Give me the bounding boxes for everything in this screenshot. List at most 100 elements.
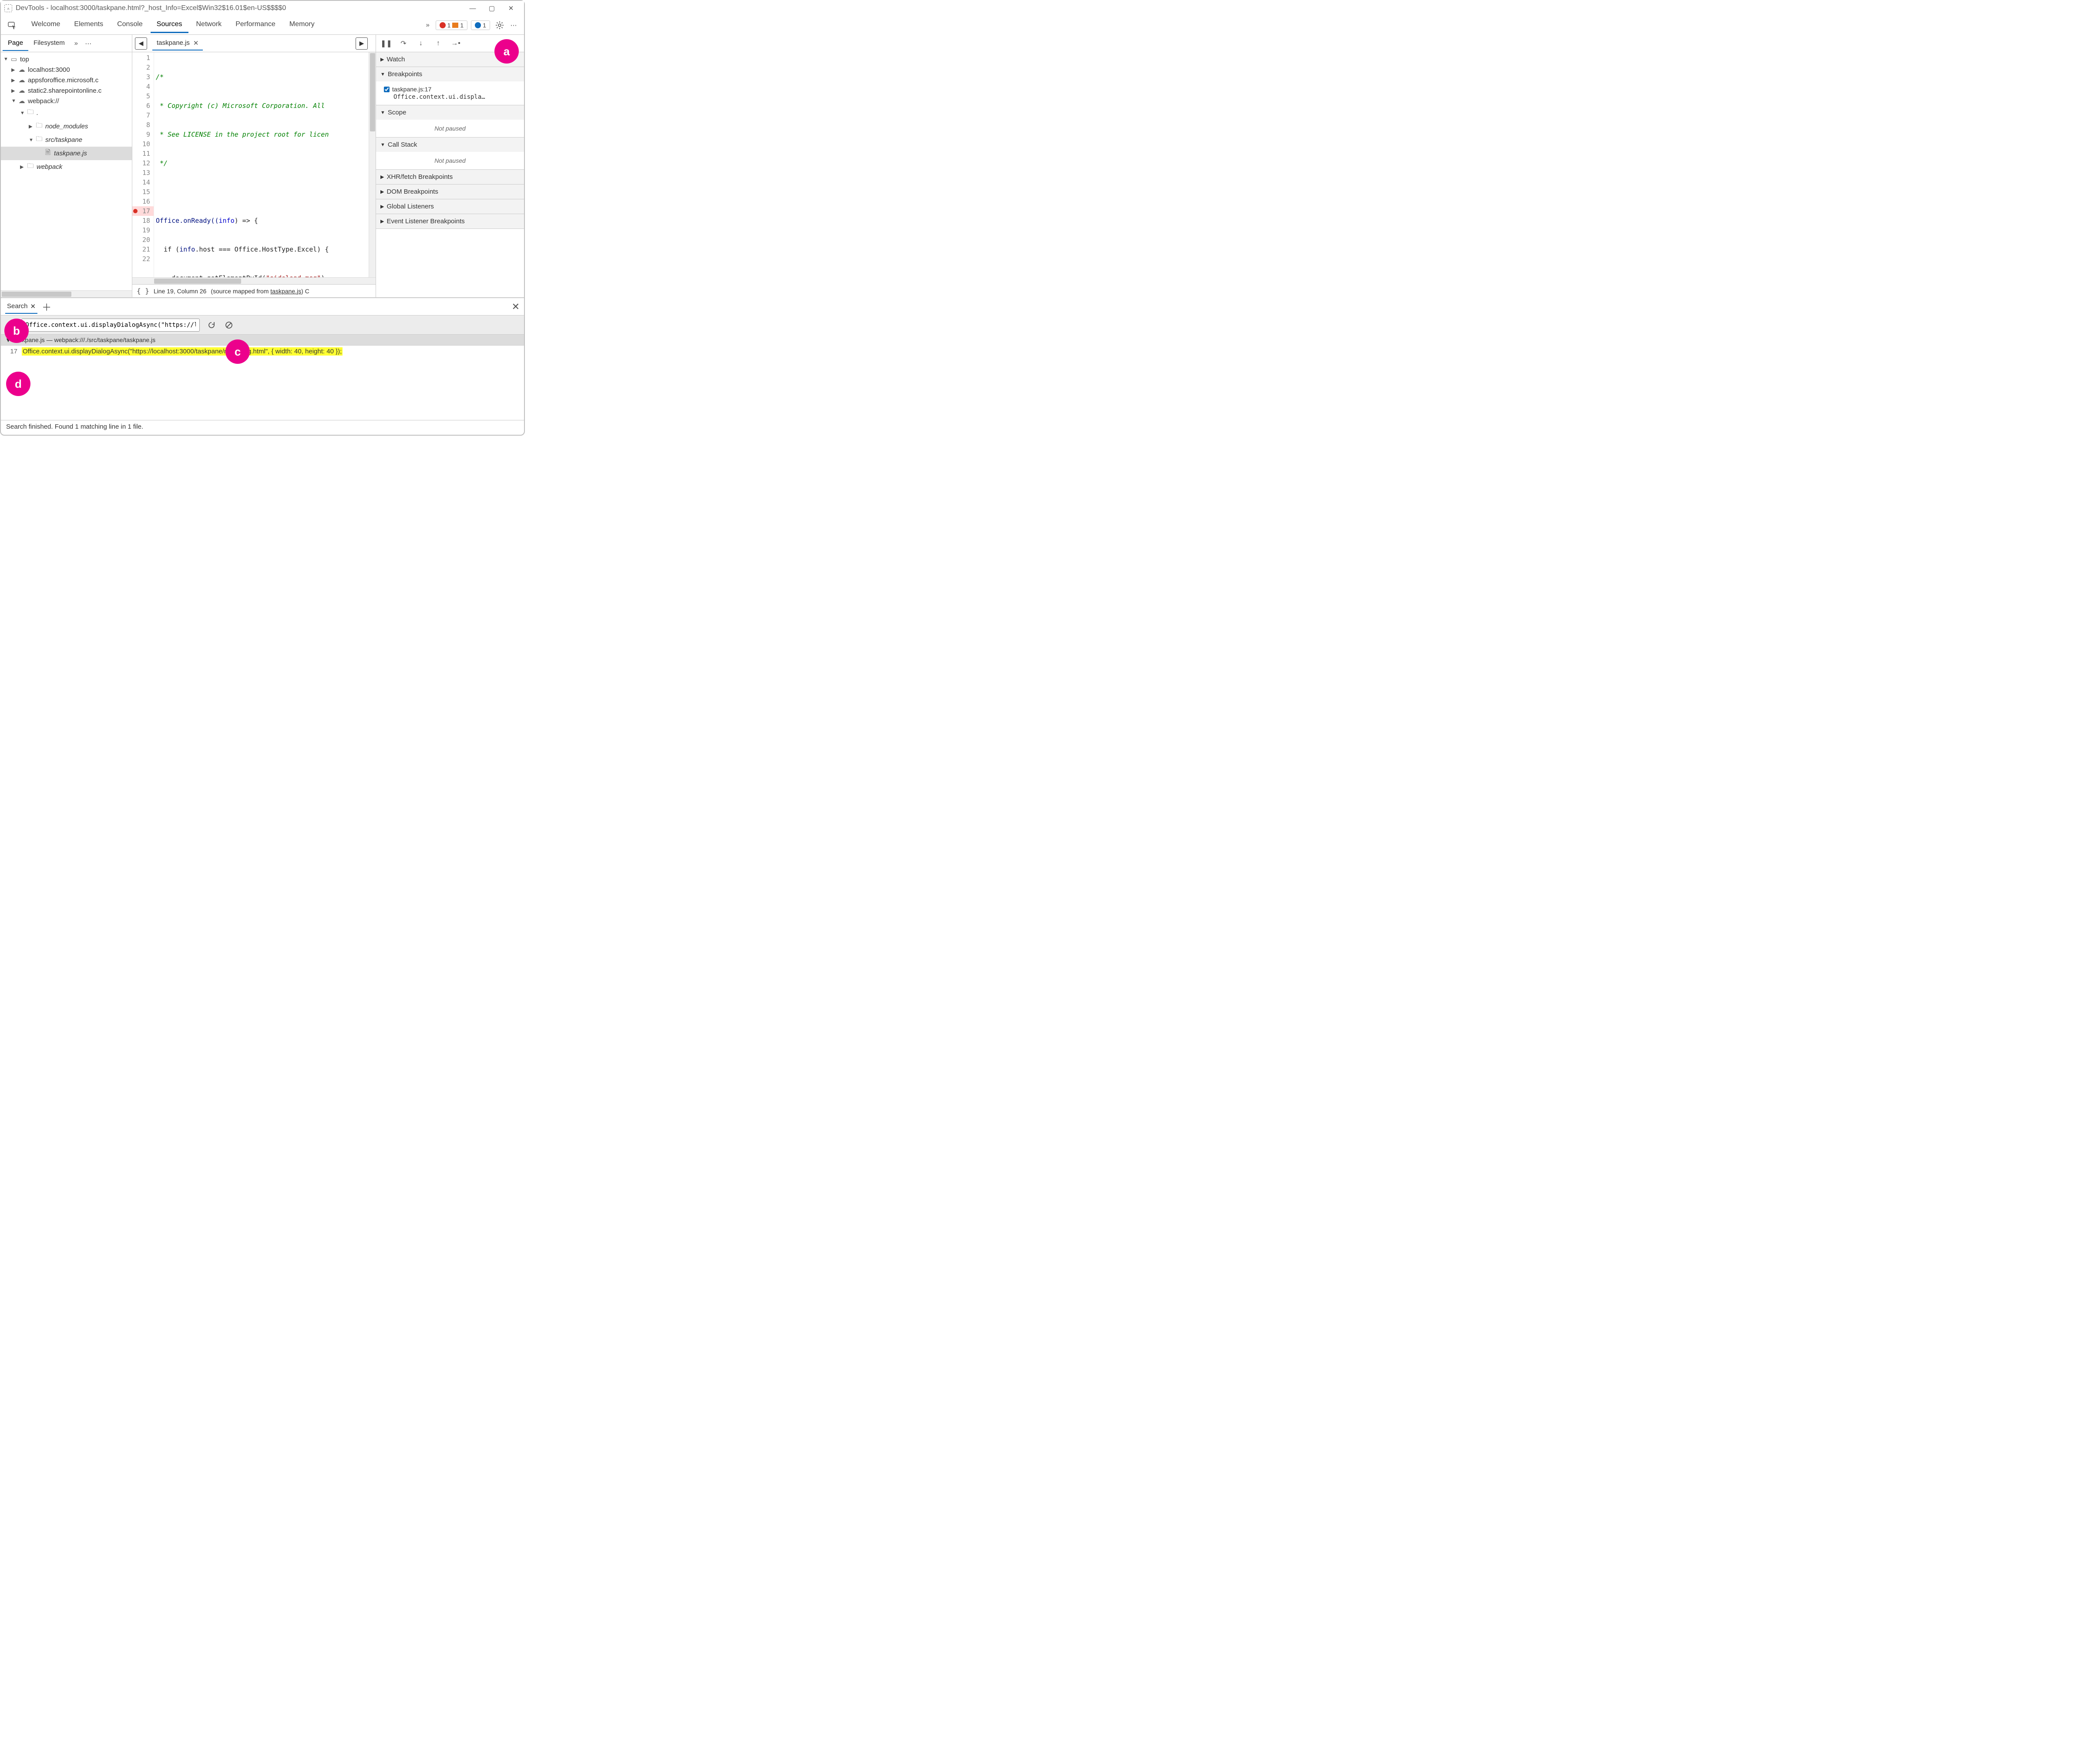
tree-top[interactable]: ▼▭top xyxy=(1,54,132,64)
navigator-tab-page[interactable]: Page xyxy=(3,36,28,51)
source-editor: ◀ taskpane.js ✕ ▶ 1234567891011121314151… xyxy=(132,35,376,297)
search-input[interactable] xyxy=(21,319,200,332)
error-icon xyxy=(440,22,446,28)
clear-search-icon[interactable] xyxy=(223,319,235,331)
step-into-button[interactable]: ↓ xyxy=(415,40,427,47)
close-tab-icon[interactable]: ✕ xyxy=(193,39,199,47)
result-line-text: Office.context.ui.displayDialogAsync("ht… xyxy=(22,347,343,356)
window-title: DevTools - localhost:3000/taskpane.html?… xyxy=(16,4,463,12)
window-titlebar: ⟑ DevTools - localhost:3000/taskpane.htm… xyxy=(1,1,524,16)
tree-node-modules[interactable]: ▶🗀node_modules xyxy=(1,120,132,133)
show-debugger-button[interactable]: ▶ xyxy=(356,37,368,50)
section-xhr[interactable]: ▶XHR/fetch Breakpoints xyxy=(376,170,524,184)
breakpoint-item[interactable]: taskpane.js:17 Office.context.ui.displa… xyxy=(381,84,519,102)
tree-localhost[interactable]: ▶☁localhost:3000 xyxy=(1,64,132,75)
settings-gear-icon[interactable] xyxy=(494,19,506,31)
editor-statusbar: { } Line 19, Column 26 (source mapped fr… xyxy=(132,284,376,297)
section-global[interactable]: ▶Global Listeners xyxy=(376,199,524,214)
section-callstack[interactable]: ▼Call Stack xyxy=(376,138,524,152)
window-minimize-button[interactable]: — xyxy=(463,2,482,14)
search-drawer: Search ✕ ＋ ✕ .* ▼taskpane.js — webpack:/… xyxy=(1,298,524,433)
code-view[interactable]: /* * Copyright (c) Microsoft Corporation… xyxy=(154,52,376,277)
window-maximize-button[interactable]: ▢ xyxy=(482,2,501,14)
navigator-tabs: Page Filesystem » ⋯ xyxy=(1,35,132,52)
editor-vertical-scrollbar[interactable] xyxy=(369,52,376,277)
cursor-position: Line 19, Column 26 xyxy=(154,288,206,295)
tree-appsforoffice[interactable]: ▶☁appsforoffice.microsoft.c xyxy=(1,75,132,85)
source-map-info: (source mapped from taskpane.js) C xyxy=(211,288,309,295)
file-tree[interactable]: ▼▭top ▶☁localhost:3000 ▶☁appsforoffice.m… xyxy=(1,52,132,290)
search-result-line[interactable]: 17 Office.context.ui.displayDialogAsync(… xyxy=(1,346,524,357)
tab-performance[interactable]: Performance xyxy=(229,17,282,33)
drawer-tab-search[interactable]: Search ✕ xyxy=(5,300,37,314)
devtools-app-icon: ⟑ xyxy=(4,4,12,12)
error-count: 1 xyxy=(447,22,451,29)
search-result-file[interactable]: ▼taskpane.js — webpack:///./src/taskpane… xyxy=(1,335,524,346)
file-icon: 🗎 xyxy=(44,148,52,159)
warning-count: 1 xyxy=(460,22,464,29)
cloud-icon: ☁ xyxy=(17,66,26,74)
editor-tab-taskpane[interactable]: taskpane.js ✕ xyxy=(152,37,203,50)
error-warning-counter[interactable]: 1 1 xyxy=(436,20,468,30)
pause-button[interactable]: ❚❚ xyxy=(380,39,392,48)
callout-c: c xyxy=(225,339,250,364)
tab-welcome[interactable]: Welcome xyxy=(25,17,66,33)
folder-icon: 🗀 xyxy=(35,134,44,145)
tab-network[interactable]: Network xyxy=(190,17,228,33)
navigator-kebab-icon[interactable]: ⋯ xyxy=(82,40,94,47)
kebab-more-icon[interactable]: ⋯ xyxy=(507,19,520,31)
editor-horizontal-scrollbar[interactable] xyxy=(132,277,376,284)
tree-webpack-folder[interactable]: ▶🗀webpack xyxy=(1,160,132,174)
navigator-more-tabs-icon[interactable]: » xyxy=(70,40,82,47)
breakpoint-checkbox[interactable] xyxy=(384,87,390,92)
folder-icon: 🗀 xyxy=(26,107,35,118)
tree-sharepoint[interactable]: ▶☁static2.sharepointonline.c xyxy=(1,85,132,96)
tree-webpack[interactable]: ▼☁webpack:// xyxy=(1,96,132,106)
tree-dot[interactable]: ▼🗀. xyxy=(1,106,132,120)
frame-icon: ▭ xyxy=(10,55,18,63)
step-button[interactable]: →• xyxy=(450,40,461,47)
close-search-tab-icon[interactable]: ✕ xyxy=(30,302,36,310)
result-line-number: 17 xyxy=(7,348,17,355)
message-count: 1 xyxy=(483,22,486,29)
section-event[interactable]: ▶Event Listener Breakpoints xyxy=(376,214,524,228)
scope-not-paused: Not paused xyxy=(376,120,524,137)
add-drawer-tab-icon[interactable]: ＋ xyxy=(42,300,51,314)
line-gutter[interactable]: 12345678910111213141516171819202122 xyxy=(132,52,154,277)
show-navigator-button[interactable]: ◀ xyxy=(135,37,147,50)
pretty-print-icon[interactable]: { } xyxy=(137,287,149,295)
cloud-icon: ☁ xyxy=(17,97,26,105)
inspect-element-button[interactable] xyxy=(5,18,19,32)
navigator-horizontal-scrollbar[interactable] xyxy=(1,290,132,297)
devtools-tabstrip: Welcome Elements Console Sources Network… xyxy=(1,16,524,35)
drawer-tab-label: Search xyxy=(7,302,28,310)
callout-d: d xyxy=(6,372,30,396)
navigator-tab-filesystem[interactable]: Filesystem xyxy=(28,36,70,51)
folder-icon: 🗀 xyxy=(26,161,35,172)
callout-a: a xyxy=(494,39,519,64)
window-close-button[interactable]: ✕ xyxy=(501,2,521,14)
editor-tab-label: taskpane.js xyxy=(157,39,190,47)
breakpoint-code: Office.context.ui.displa… xyxy=(384,94,516,101)
tab-console[interactable]: Console xyxy=(111,17,149,33)
sources-navigator: Page Filesystem » ⋯ ▼▭top ▶☁localhost:30… xyxy=(1,35,132,297)
tab-sources[interactable]: Sources xyxy=(151,17,188,33)
message-icon xyxy=(475,22,481,28)
refresh-search-icon[interactable] xyxy=(206,319,217,331)
warning-icon xyxy=(452,23,458,28)
cloud-icon: ☁ xyxy=(17,76,26,84)
close-drawer-icon[interactable]: ✕ xyxy=(512,301,520,312)
section-scope[interactable]: ▼Scope xyxy=(376,105,524,120)
tab-memory[interactable]: Memory xyxy=(283,17,321,33)
section-breakpoints[interactable]: ▼Breakpoints xyxy=(376,67,524,81)
cloud-icon: ☁ xyxy=(17,87,26,94)
tab-elements[interactable]: Elements xyxy=(68,17,109,33)
section-dom[interactable]: ▶DOM Breakpoints xyxy=(376,185,524,199)
search-toolbar: .* xyxy=(1,316,524,335)
step-over-button[interactable]: ↷ xyxy=(398,39,409,48)
tree-src-taskpane[interactable]: ▼🗀src/taskpane xyxy=(1,133,132,147)
message-counter[interactable]: 1 xyxy=(471,20,490,30)
step-out-button[interactable]: ↑ xyxy=(433,40,444,47)
more-tabs-button[interactable]: » xyxy=(422,19,434,31)
tree-taskpane-js[interactable]: 🗎taskpane.js xyxy=(1,147,132,160)
